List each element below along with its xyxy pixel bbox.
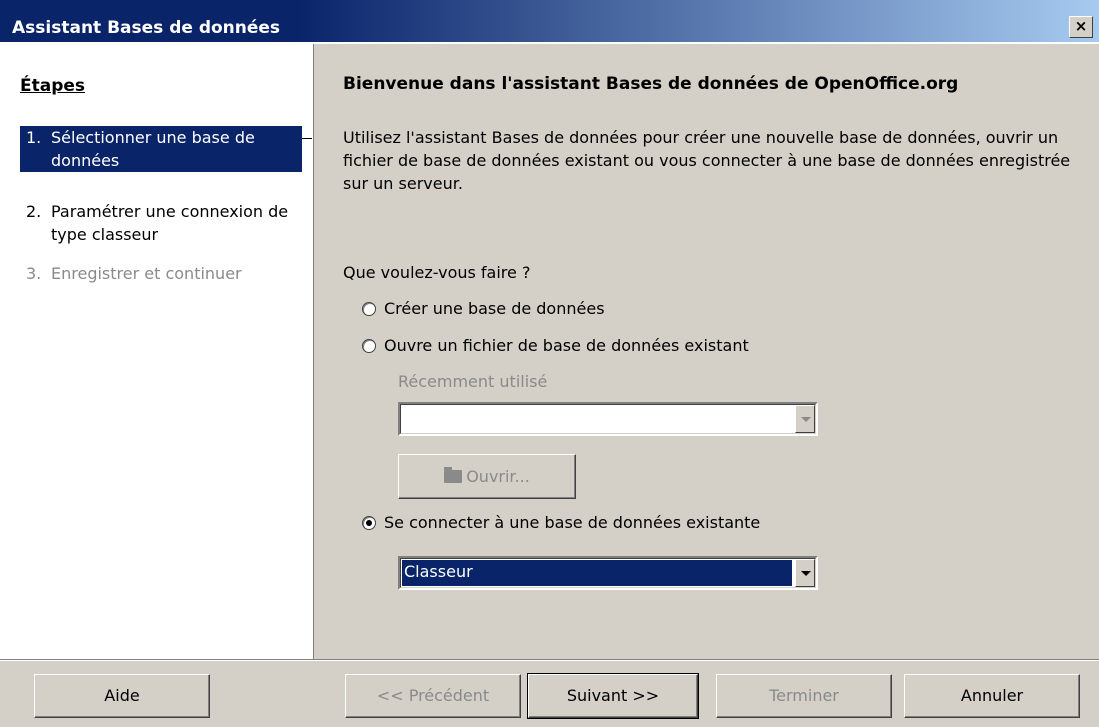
next-button[interactable]: Suivant >> xyxy=(527,673,699,719)
recently-used-label: Récemment utilisé xyxy=(398,372,548,391)
step-save-continue: 3. Enregistrer et continuer xyxy=(20,262,302,285)
open-file-button: Ouvrir... xyxy=(398,454,576,499)
steps-title: Étapes xyxy=(20,76,86,96)
connection-type-select[interactable]: Classeur xyxy=(398,556,818,590)
step-select-database[interactable]: 1. Sélectionner une base de données xyxy=(20,126,302,172)
radio-button[interactable] xyxy=(362,338,376,353)
chevron-down-icon xyxy=(801,417,811,422)
help-button[interactable]: Aide xyxy=(34,674,210,718)
option-label: Créer une base de données xyxy=(384,299,605,318)
step-configure-connection[interactable]: 2. Paramétrer une connexion de type clas… xyxy=(20,200,302,246)
cancel-button[interactable]: Annuler xyxy=(904,674,1080,718)
close-button[interactable]: × xyxy=(1069,16,1093,38)
step-label: Enregistrer et continuer xyxy=(51,264,242,283)
step-number: 3. xyxy=(26,264,42,283)
step-number: 2. xyxy=(26,202,42,221)
step-number: 1. xyxy=(26,128,42,147)
intro-text: Utilisez l'assistant Bases de données po… xyxy=(343,128,1071,193)
button-bar: Aide << Précédent Suivant >> Terminer An… xyxy=(0,659,1099,727)
open-file-label: Ouvrir... xyxy=(466,467,530,486)
steps-pane: Étapes 1. Sélectionner une base de donné… xyxy=(0,44,314,659)
connect-existing-option[interactable]: Se connecter à une base de données exist… xyxy=(362,513,760,532)
question-label: Que voulez-vous faire ? xyxy=(343,263,531,282)
previous-button: << Précédent xyxy=(345,674,521,718)
title-bar[interactable]: Assistant Bases de données × xyxy=(0,0,1099,44)
finish-button: Terminer xyxy=(716,674,892,718)
step-label: Paramétrer une connexion de type classeu… xyxy=(51,202,289,244)
radio-button-selected[interactable] xyxy=(362,515,376,530)
page-title: Bienvenue dans l'assistant Bases de donn… xyxy=(343,74,959,94)
recently-used-combo xyxy=(398,402,818,436)
open-existing-file-option[interactable]: Ouvre un fichier de base de données exis… xyxy=(362,336,749,355)
connection-type-dropdown-button[interactable] xyxy=(795,559,815,587)
option-label: Ouvre un fichier de base de données exis… xyxy=(384,336,749,355)
radio-button[interactable] xyxy=(362,301,376,316)
option-label: Se connecter à une base de données exist… xyxy=(384,513,761,532)
create-database-option[interactable]: Créer une base de données xyxy=(362,299,605,318)
recently-used-value xyxy=(402,406,792,432)
chevron-down-icon xyxy=(801,571,811,576)
folder-open-icon xyxy=(444,467,463,483)
step-label: Sélectionner une base de données xyxy=(51,128,255,170)
database-wizard-window: Assistant Bases de données × Étapes 1. S… xyxy=(0,0,1099,727)
connection-type-value: Classeur xyxy=(402,560,792,586)
window-title: Assistant Bases de données xyxy=(12,18,281,38)
recently-used-dropdown-button xyxy=(795,405,815,433)
